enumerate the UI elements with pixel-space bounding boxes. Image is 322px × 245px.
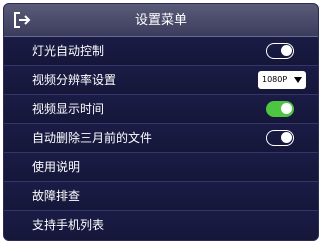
resolution-value: 1080P [262, 75, 288, 84]
menu-item-label: 使用说明 [32, 160, 81, 174]
menu-item-video-show-time[interactable]: 视频显示时间 [4, 95, 318, 124]
settings-screen: 设置菜单 灯光自动控制 视频分辨率设置 1080P 视频显示时间 自动删除三月前… [3, 3, 319, 241]
menu-item-troubleshooting[interactable]: 故障排查 [4, 182, 318, 211]
toggle-knob [281, 45, 292, 56]
menu-item-video-resolution[interactable]: 视频分辨率设置 1080P [4, 66, 318, 95]
settings-menu: 灯光自动控制 视频分辨率设置 1080P 视频显示时间 自动删除三月前的文件 使… [4, 37, 318, 240]
resolution-select[interactable]: 1080P [258, 71, 306, 89]
menu-item-auto-delete-files[interactable]: 自动删除三月前的文件 [4, 124, 318, 153]
header-bar: 设置菜单 [4, 4, 318, 37]
menu-item-supported-phones[interactable]: 支持手机列表 [4, 211, 318, 240]
dropdown-arrow-icon [294, 77, 302, 83]
toggle-knob [281, 103, 292, 114]
page-title: 设置菜单 [134, 13, 187, 28]
menu-item-label: 视频分辨率设置 [32, 73, 117, 87]
auto-delete-files-toggle[interactable] [266, 130, 294, 146]
menu-item-label: 视频显示时间 [32, 102, 105, 116]
menu-item-label: 支持手机列表 [32, 218, 105, 232]
video-show-time-toggle[interactable] [266, 101, 294, 117]
toggle-knob [281, 132, 292, 143]
menu-item-user-guide[interactable]: 使用说明 [4, 153, 318, 182]
light-auto-control-toggle[interactable] [266, 43, 294, 59]
menu-item-label: 自动删除三月前的文件 [32, 131, 153, 145]
menu-item-label: 灯光自动控制 [32, 44, 105, 58]
menu-item-light-auto-control[interactable]: 灯光自动控制 [4, 37, 318, 66]
menu-item-label: 故障排查 [32, 189, 81, 203]
